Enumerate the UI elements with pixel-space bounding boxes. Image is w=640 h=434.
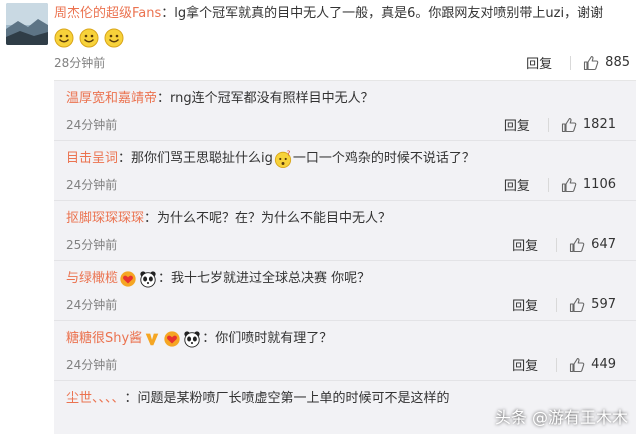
- reply-username[interactable]: 糖糖很Shy酱: [66, 329, 142, 349]
- reply-body: ：你们喷时就有理了？: [202, 331, 333, 346]
- main-comment-time: 28分钟前: [54, 56, 106, 70]
- panda-icon: [140, 271, 156, 288]
- thumbs-up-icon[interactable]: [583, 55, 599, 71]
- like-count: 885: [605, 55, 630, 70]
- heart-badge-icon: [164, 331, 180, 347]
- heart-badge-icon: [120, 271, 136, 287]
- reply-username[interactable]: 温厚宽和嘉靖帝: [66, 89, 157, 109]
- reply-item: 与绿橄榄 ：我十七岁就进过全球总决赛 你呢？ 24分钟前 回复 597: [54, 261, 636, 321]
- like-count: 1106: [582, 177, 616, 192]
- reply-actions: 回复 1106: [504, 175, 616, 194]
- reply-text: 糖糖很Shy酱 ：你们喷时就有理了？: [66, 329, 332, 349]
- thumbs-up-icon[interactable]: [569, 357, 585, 373]
- reply-button[interactable]: 回复: [526, 53, 552, 72]
- smile-face-icon: [54, 28, 74, 48]
- thumbs-up-icon[interactable]: [569, 237, 585, 253]
- reply-text: 尘世、、、、 ：问题是某粉喷厂长喷虚空第一上单的时候可不是这样的: [66, 389, 450, 409]
- watermark: 头条 @游有王木木: [494, 408, 628, 427]
- divider: [556, 357, 558, 372]
- reply-item: 目击呈词 ：那你们骂王思聪扯什么ig ? 一口一个鸡杂的时候不说话了？ 24分钟前…: [54, 141, 636, 201]
- main-comment-body: ：lg拿个冠军就真的目中无人了一般，真是6。你跟网友对喷别带上uzi，谢谢: [161, 6, 604, 21]
- reply-text: 温厚宽和嘉靖帝 ：rng连个冠军都没有照样目中无人？: [66, 89, 374, 109]
- main-comment-text: 周杰伦的超级Fans：lg拿个冠军就真的目中无人了一般，真是6。你跟网友对喷别带…: [54, 4, 634, 24]
- divider: [547, 117, 549, 132]
- divider: [547, 177, 549, 192]
- reply-body: ：我十七岁就进过全球总决赛 你呢？: [158, 271, 371, 286]
- smile-face-icon: [79, 28, 99, 48]
- reply-body-continued: 一口一个鸡杂的时候不说话了？: [292, 151, 475, 166]
- thumbs-up-icon[interactable]: [561, 117, 577, 133]
- thumbs-up-icon[interactable]: [561, 177, 577, 193]
- reply-username[interactable]: 与绿橄榄: [66, 269, 118, 289]
- like-count: 647: [591, 237, 616, 252]
- reply-body: ：为什么不呢？在？为什么不能目中无人？: [144, 211, 392, 226]
- reply-button[interactable]: 回复: [512, 235, 538, 254]
- reply-button[interactable]: 回复: [512, 295, 538, 314]
- like-count: 1821: [582, 117, 616, 132]
- reply-actions: 回复 597: [512, 295, 616, 314]
- thumbs-up-icon[interactable]: [569, 297, 585, 313]
- svg-text:?: ?: [286, 150, 290, 157]
- reply-time: 24分钟前: [66, 298, 118, 312]
- like-count: 597: [591, 297, 616, 312]
- emoji-row: [54, 28, 125, 50]
- reply-time: 24分钟前: [66, 178, 118, 192]
- reply-text: 抠脚琛琛琛琛 ：为什么不呢？在？为什么不能目中无人？: [66, 209, 391, 229]
- reply-username[interactable]: 尘世、、、、: [66, 389, 125, 409]
- panda-icon: [184, 331, 200, 348]
- reply-item: 抠脚琛琛琛琛 ：为什么不呢？在？为什么不能目中无人？ 25分钟前 回复 647: [54, 201, 636, 261]
- reply-text: 目击呈词 ：那你们骂王思聪扯什么ig ? 一口一个鸡杂的时候不说话了？: [66, 149, 475, 169]
- reply-button[interactable]: 回复: [504, 115, 530, 134]
- reply-list: 温厚宽和嘉靖帝 ：rng连个冠军都没有照样目中无人？ 24分钟前 回复 1821 …: [54, 80, 636, 434]
- reply-body: ：问题是某粉喷厂长喷虚空第一上单的时候可不是这样的: [124, 391, 450, 406]
- v-badge-icon: [145, 333, 159, 346]
- confused-face-icon: ?: [274, 150, 291, 168]
- reply-time: 24分钟前: [66, 358, 118, 372]
- reply-item: 温厚宽和嘉靖帝 ：rng连个冠军都没有照样目中无人？ 24分钟前 回复 1821: [54, 81, 636, 141]
- reply-time: 24分钟前: [66, 118, 118, 132]
- reply-time: 25分钟前: [66, 238, 118, 252]
- reply-text: 与绿橄榄 ：我十七岁就进过全球总决赛 你呢？: [66, 269, 370, 289]
- reply-actions: 回复 449: [512, 355, 616, 374]
- divider: [570, 55, 572, 70]
- reply-button[interactable]: 回复: [504, 175, 530, 194]
- divider: [556, 237, 558, 252]
- reply-body: ：那你们骂王思聪扯什么ig: [118, 151, 273, 166]
- reply-item: 糖糖很Shy酱 ：你们喷时就有理了？ 24分钟前 回复 449: [54, 321, 636, 381]
- like-count: 449: [591, 357, 616, 372]
- avatar[interactable]: [6, 3, 48, 45]
- main-comment: 周杰伦的超级Fans：lg拿个冠军就真的目中无人了一般，真是6。你跟网友对喷别带…: [0, 0, 640, 80]
- reply-actions: 回复 647: [512, 235, 616, 254]
- smile-face-icon: [104, 28, 124, 48]
- reply-username[interactable]: 抠脚琛琛琛琛: [66, 209, 144, 229]
- main-comment-actions: 回复 885: [526, 53, 630, 72]
- reply-actions: 回复 1821: [504, 115, 616, 134]
- reply-username[interactable]: 目击呈词: [66, 149, 118, 169]
- reply-body: ：rng连个冠军都没有照样目中无人？: [157, 91, 374, 106]
- reply-button[interactable]: 回复: [512, 355, 538, 374]
- main-comment-username[interactable]: 周杰伦的超级Fans: [54, 6, 161, 21]
- divider: [556, 297, 558, 312]
